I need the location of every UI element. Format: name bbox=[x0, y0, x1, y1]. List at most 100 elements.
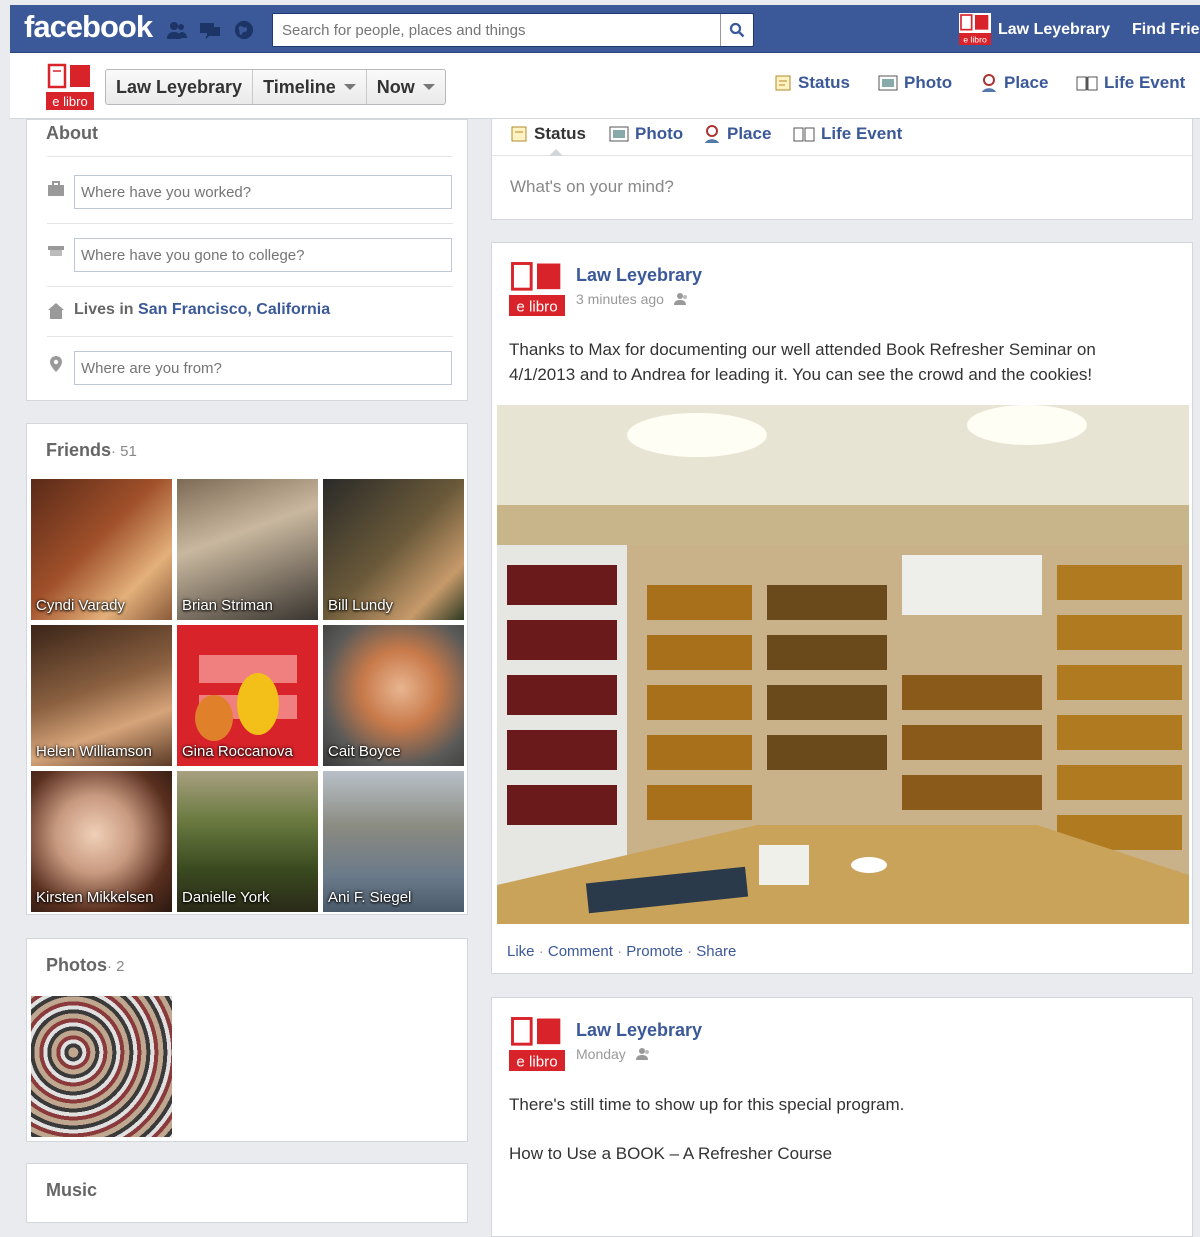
life-event-icon bbox=[1076, 76, 1098, 91]
place-icon bbox=[982, 74, 996, 92]
header-life-event-button[interactable]: Life Event bbox=[1076, 73, 1185, 93]
composer-tab-status[interactable]: Status bbox=[510, 124, 586, 144]
home-icon bbox=[48, 303, 64, 319]
status-icon bbox=[775, 75, 791, 91]
post-text-line-2: How to Use a BOOK – A Refresher Course bbox=[509, 1144, 833, 1163]
post-text: Thanks to Max for documenting our well a… bbox=[509, 340, 1096, 384]
promote-link[interactable]: Promote bbox=[626, 943, 683, 960]
location-pin-icon bbox=[50, 356, 62, 372]
friends-card: Friends· 51 Cyndi Varady Brian Striman B… bbox=[26, 423, 468, 915]
divider bbox=[47, 223, 453, 224]
composer-tab-life-event[interactable]: Life Event bbox=[793, 124, 902, 144]
about-card: About Lives in San Francisco, California bbox=[26, 119, 468, 401]
crumb-timeline[interactable]: Timeline bbox=[253, 70, 367, 104]
place-icon bbox=[705, 125, 719, 143]
life-event-icon bbox=[793, 127, 815, 142]
messages-icon[interactable] bbox=[199, 20, 221, 40]
composer-input[interactable]: What's on your mind? bbox=[510, 177, 674, 197]
friend-tile[interactable]: Brian Striman bbox=[177, 479, 318, 620]
photo-thumbnail[interactable] bbox=[31, 996, 172, 1137]
divider bbox=[47, 156, 453, 157]
find-friends-link[interactable]: Find Frie bbox=[1132, 21, 1200, 39]
like-link[interactable]: Like bbox=[507, 943, 535, 960]
search-box[interactable] bbox=[272, 13, 754, 47]
friend-tile[interactable]: Gina Roccanova bbox=[177, 625, 318, 766]
college-input[interactable] bbox=[74, 238, 452, 272]
composer-tab-place[interactable]: Place bbox=[703, 124, 771, 144]
post-photo[interactable] bbox=[497, 405, 1189, 924]
logo-lettering: e libro bbox=[516, 298, 557, 315]
header-photo-button[interactable]: Photo bbox=[878, 73, 952, 93]
post-author-name[interactable]: Law Leyebrary bbox=[576, 1020, 702, 1041]
post-text: There's still time to show up for this s… bbox=[509, 1095, 905, 1114]
search-button[interactable] bbox=[720, 14, 753, 46]
comment-link[interactable]: Comment bbox=[548, 943, 613, 960]
profile-thumb-logo[interactable]: e libro bbox=[958, 13, 992, 45]
status-icon bbox=[511, 126, 527, 142]
friend-tile[interactable]: Helen Williamson bbox=[31, 625, 172, 766]
briefcase-icon bbox=[48, 181, 64, 196]
post-author-avatar[interactable]: e libro bbox=[509, 260, 565, 316]
profile-link[interactable]: Law Leyebrary bbox=[998, 21, 1110, 39]
chevron-down-icon bbox=[343, 84, 356, 90]
friend-tile[interactable]: Cyndi Varady bbox=[31, 479, 172, 620]
crumb-page-name[interactable]: Law Leyebrary bbox=[106, 70, 254, 104]
school-icon bbox=[48, 246, 64, 256]
post-author-avatar[interactable]: e libro bbox=[509, 1015, 565, 1071]
friend-name: Gina Roccanova bbox=[182, 743, 293, 760]
friend-name: Cyndi Varady bbox=[36, 597, 125, 614]
friend-name: Danielle York bbox=[182, 889, 270, 906]
photo-icon bbox=[609, 126, 629, 142]
friends-icon[interactable] bbox=[166, 20, 188, 40]
music-card: Music bbox=[26, 1163, 468, 1223]
friends-title[interactable]: Friends· 51 bbox=[46, 440, 137, 461]
lives-in-text: Lives in San Francisco, California bbox=[74, 301, 331, 318]
divider bbox=[47, 286, 453, 287]
search-icon bbox=[729, 22, 745, 38]
audience-icon[interactable] bbox=[635, 1047, 652, 1061]
friend-tile[interactable]: Cait Boyce bbox=[323, 625, 464, 766]
active-tab-notch bbox=[549, 149, 563, 156]
search-input[interactable] bbox=[273, 14, 721, 46]
header-status-button[interactable]: Status bbox=[774, 73, 850, 93]
audience-icon[interactable] bbox=[673, 292, 690, 306]
friend-name: Brian Striman bbox=[182, 597, 273, 614]
friend-tile[interactable]: Danielle York bbox=[177, 771, 318, 912]
header-place-button[interactable]: Place bbox=[980, 73, 1048, 93]
post-author-name[interactable]: Law Leyebrary bbox=[576, 265, 702, 286]
logo-lettering: e libro bbox=[963, 34, 987, 44]
friend-name: Cait Boyce bbox=[328, 743, 401, 760]
notifications-icon[interactable] bbox=[233, 20, 255, 40]
logo-lettering: e libro bbox=[516, 1053, 557, 1070]
share-link[interactable]: Share bbox=[696, 943, 736, 960]
photos-title[interactable]: Photos· 2 bbox=[46, 955, 125, 976]
friend-tile[interactable]: Kirsten Mikkelsen bbox=[31, 771, 172, 912]
divider bbox=[47, 336, 453, 337]
post-actions: Like · Comment · Promote · Share bbox=[507, 943, 737, 960]
timeline-post: e libro Law Leyebrary 3 minutes ago Than… bbox=[491, 242, 1193, 974]
hometown-input[interactable] bbox=[74, 351, 452, 385]
timeline-header-bar: e libro Law Leyebrary Timeline Now Statu… bbox=[10, 53, 1200, 119]
post-meta: Monday bbox=[576, 1046, 652, 1062]
music-title[interactable]: Music bbox=[46, 1180, 97, 1201]
logo-lettering: e libro bbox=[52, 94, 87, 109]
post-timestamp[interactable]: Monday bbox=[576, 1046, 626, 1062]
post-timestamp[interactable]: 3 minutes ago bbox=[576, 291, 664, 307]
photo-icon bbox=[878, 75, 898, 91]
photos-card: Photos· 2 bbox=[26, 938, 468, 1142]
post-meta: 3 minutes ago bbox=[576, 291, 690, 307]
friend-name: Ani F. Siegel bbox=[328, 889, 412, 906]
friend-name: Kirsten Mikkelsen bbox=[36, 889, 154, 906]
friend-name: Bill Lundy bbox=[328, 597, 394, 614]
page-logo[interactable]: e libro bbox=[46, 62, 94, 110]
friend-tile[interactable]: Bill Lundy bbox=[323, 479, 464, 620]
lives-in-city-link[interactable]: San Francisco, California bbox=[138, 301, 330, 318]
composer-tabs: Status Photo Place Life Event bbox=[492, 119, 1192, 156]
friend-tile[interactable]: Ani F. Siegel bbox=[323, 771, 464, 912]
crumb-now[interactable]: Now bbox=[367, 70, 445, 104]
facebook-logo[interactable]: facebook bbox=[24, 9, 153, 45]
work-input[interactable] bbox=[74, 175, 452, 209]
chevron-down-icon bbox=[422, 84, 435, 90]
timeline-breadcrumb: Law Leyebrary Timeline Now bbox=[105, 69, 446, 105]
composer-tab-photo[interactable]: Photo bbox=[609, 124, 683, 144]
